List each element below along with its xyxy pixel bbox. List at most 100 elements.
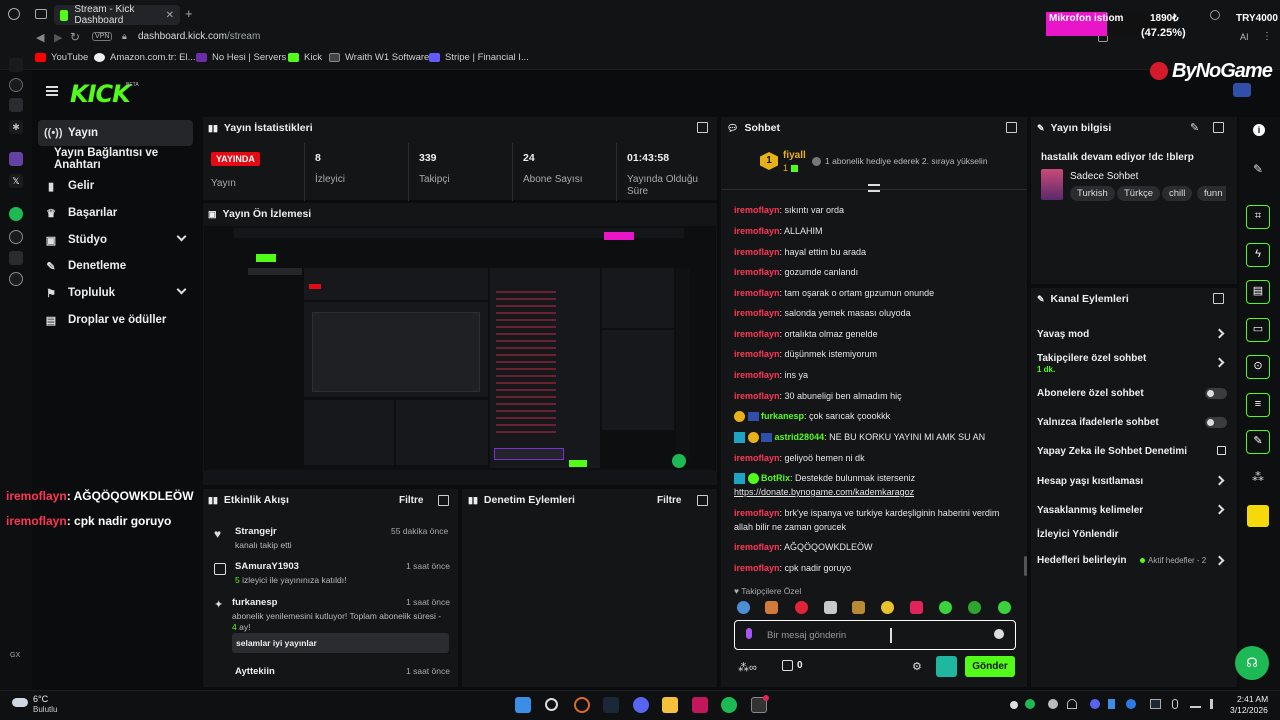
pin-icon[interactable]	[9, 58, 23, 72]
network-icon[interactable]	[1190, 699, 1201, 708]
chat-username[interactable]: astrid28044	[775, 432, 825, 442]
chat-username[interactable]: furkanesp	[761, 411, 804, 421]
info-icon[interactable]: i	[1253, 124, 1265, 136]
action-host[interactable]: İzleyici Yönlendir	[1037, 529, 1119, 540]
external-link-icon[interactable]	[1217, 446, 1226, 455]
emote-icon[interactable]	[852, 601, 865, 614]
popout-icon[interactable]	[697, 495, 708, 506]
support-chat-button[interactable]: ☊	[1235, 646, 1269, 680]
folder-icon[interactable]	[662, 697, 678, 713]
history-icon[interactable]	[9, 230, 23, 244]
tool-chat-button[interactable]: ▭	[1246, 318, 1270, 342]
chat-link[interactable]: https://donate.bynogame.com/kademkaragoz	[734, 487, 914, 497]
forward-icon[interactable]: ▶	[54, 31, 62, 44]
emote-icon[interactable]	[737, 601, 750, 614]
action-goals[interactable]: Hedefleri belirleyin	[1037, 555, 1126, 566]
vpn-badge[interactable]: VPN	[92, 32, 113, 41]
bluetooth-icon[interactable]	[1108, 699, 1115, 709]
headset-tray-icon[interactable]	[1067, 699, 1077, 709]
bookmark-stripe[interactable]: Stripe | Financial I...	[429, 52, 529, 63]
tool-broadcast-button[interactable]: ⊙	[1246, 355, 1270, 379]
tray-icon[interactable]	[1048, 699, 1058, 709]
nav-stream[interactable]: ((•)) Yayın	[38, 120, 193, 146]
nav-stream-key[interactable]: Yayın Bağlantısı ve Anahtarı	[38, 146, 203, 172]
new-tab-icon[interactable]: +	[185, 6, 193, 21]
bookmark-amazon[interactable]: Amazon.com.tr: El...	[94, 52, 196, 63]
x-icon[interactable]: 𝕏	[9, 174, 23, 188]
extension-icon[interactable]	[9, 251, 23, 265]
edit-icon[interactable]: ✎	[1190, 121, 1199, 134]
tool-mod-button[interactable]: ✎	[1246, 430, 1270, 454]
chat-username[interactable]: iremoflayn	[734, 226, 780, 236]
nav-achievements[interactable]: ♛ Başarılar	[38, 200, 193, 226]
emote-icon[interactable]	[998, 601, 1011, 614]
opera-gx-icon[interactable]	[574, 697, 590, 713]
spotify-icon[interactable]	[721, 697, 737, 713]
emoji-icon[interactable]	[994, 629, 1004, 639]
browser-tab[interactable]: Stream - Kick Dashboard ✕	[54, 4, 180, 26]
chat-username[interactable]: iremoflayn	[734, 453, 780, 463]
more-icon[interactable]: ⋮	[1262, 31, 1272, 42]
reload-icon[interactable]: ↻	[70, 30, 80, 44]
tool-prediction-button[interactable]	[1247, 505, 1269, 527]
microphone-icon[interactable]	[746, 628, 752, 639]
chat-username[interactable]: iremoflayn	[734, 329, 780, 339]
subs-only-toggle[interactable]	[1205, 388, 1227, 399]
botrix-icon[interactable]	[936, 656, 957, 677]
clock-time[interactable]: 2:41 AM	[1237, 694, 1268, 704]
chat-username[interactable]: iremoflayn	[734, 205, 780, 215]
tray-icon[interactable]	[1126, 699, 1136, 709]
action-followers-only[interactable]: Takipçilere özel sohbet	[1037, 353, 1146, 364]
ai-icon[interactable]: AI	[1240, 32, 1249, 42]
chat-username[interactable]: iremoflayn	[734, 267, 780, 277]
tool-poll-button[interactable]: ≡	[1246, 393, 1270, 417]
spotify-icon[interactable]	[9, 207, 23, 221]
activity-user[interactable]: Strangejr	[235, 526, 277, 537]
discord-icon[interactable]	[633, 697, 649, 713]
category-name[interactable]: Sadece Sohbet	[1070, 171, 1138, 182]
emotes-only-toggle[interactable]	[1205, 417, 1227, 428]
chat-scrollbar[interactable]	[1024, 556, 1027, 576]
kick-logo[interactable]: KICK	[70, 80, 131, 108]
start-icon[interactable]	[515, 697, 531, 713]
bookmark-kick[interactable]: Kick	[288, 52, 322, 63]
emote-icon[interactable]	[765, 601, 778, 614]
emote-icon[interactable]	[881, 601, 894, 614]
chat-username[interactable]: iremoflayn	[734, 370, 780, 380]
pencil-icon[interactable]: ✎	[1253, 162, 1263, 176]
steam-icon[interactable]	[603, 697, 619, 713]
emote-icon[interactable]	[939, 601, 952, 614]
clock-date[interactable]: 3/12/2026	[1230, 705, 1268, 715]
activity-filter-button[interactable]: Filtre	[399, 495, 423, 506]
activity-user[interactable]: furkanesp	[232, 597, 277, 608]
emote-icon[interactable]	[968, 601, 981, 614]
bookmark-nohesi[interactable]: No Hesi | Servers	[196, 52, 286, 63]
popout-icon[interactable]	[1213, 122, 1224, 133]
mic-tray-icon[interactable]	[1172, 699, 1178, 709]
url-text[interactable]: dashboard.kick.com/stream	[138, 31, 260, 42]
tray-chevron-icon[interactable]	[1010, 701, 1018, 709]
bookmark-youtube[interactable]: YouTube	[35, 52, 88, 63]
collapse-icon[interactable]	[868, 184, 880, 192]
search-icon[interactable]	[1210, 10, 1220, 20]
chat-username[interactable]: iremoflayn	[734, 391, 780, 401]
steam-tray-icon[interactable]	[1150, 699, 1161, 709]
chat-username[interactable]: BotRix	[761, 473, 790, 483]
popout-icon[interactable]	[438, 495, 449, 506]
nav-drops[interactable]: ▤ Droplar ve ödüller	[38, 307, 203, 333]
tool-clip-button[interactable]: ⌗	[1246, 205, 1270, 229]
settings-icon[interactable]	[9, 272, 23, 286]
search-icon[interactable]	[545, 698, 558, 711]
app-icon[interactable]	[692, 697, 708, 713]
popout-icon[interactable]	[697, 122, 708, 133]
volume-icon[interactable]	[1210, 699, 1220, 709]
chat-username[interactable]: iremoflayn	[734, 563, 780, 573]
emote-icon[interactable]	[910, 601, 923, 614]
emote-icon[interactable]	[795, 601, 808, 614]
tool-notes-button[interactable]: ▤	[1246, 280, 1270, 304]
activity-user[interactable]: Ayttekiin	[235, 666, 275, 677]
browser-menu-icon[interactable]	[8, 8, 20, 20]
points-icon[interactable]: ⁂∞	[738, 661, 757, 674]
nav-community[interactable]: ⚑ Topluluk	[38, 280, 193, 306]
chat-username[interactable]: iremoflayn	[734, 542, 780, 552]
